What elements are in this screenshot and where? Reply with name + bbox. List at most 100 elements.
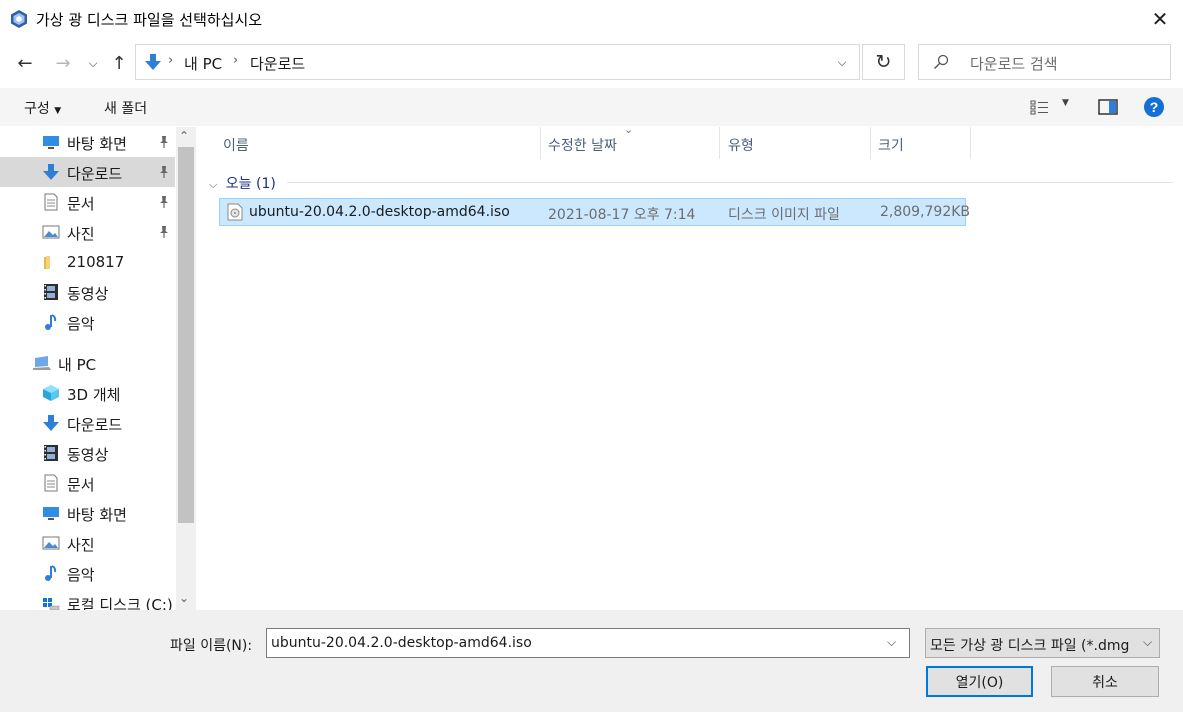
help-icon[interactable]: ?: [1143, 96, 1165, 118]
desktop-icon: [43, 507, 59, 520]
group-label: 오늘 (1): [225, 176, 276, 192]
music-icon: [45, 565, 57, 581]
file-row[interactable]: ubuntu-20.04.2.0-desktop-amd64.iso 2021-…: [219, 198, 970, 226]
close-button[interactable]: ✕: [1137, 0, 1183, 38]
breadcrumb-downloads[interactable]: 다운로드: [250, 53, 305, 74]
organize-button[interactable]: 구성 ▼: [24, 98, 61, 118]
window-title: 가상 광 디스크 파일을 선택하십시오: [36, 11, 263, 29]
download-icon: [43, 415, 59, 431]
pin-icon: [157, 225, 171, 239]
column-header-type[interactable]: 유형: [728, 135, 754, 155]
arrow-up-icon: ↑: [111, 52, 127, 74]
sidebar-item-문서[interactable]: 문서: [0, 468, 175, 498]
sidebar-item-210817[interactable]: 210817: [0, 247, 175, 277]
new-folder-button[interactable]: 새 폴더: [104, 98, 147, 118]
sidebar-item-문서[interactable]: 문서: [0, 187, 175, 217]
folder-icon: [44, 256, 50, 269]
group-header-today[interactable]: ⌵ 오늘 (1): [209, 173, 276, 193]
sidebar-item-label: 바탕 화면: [67, 135, 127, 153]
file-type-filter-value: 모든 가상 광 디스크 파일 (*.dmg: [930, 638, 1130, 654]
scrollbar-thumb[interactable]: [178, 147, 194, 523]
breadcrumb-this-pc[interactable]: 내 PC: [184, 53, 222, 74]
filename-combobox[interactable]: ubuntu-20.04.2.0-desktop-amd64.iso ⌵: [266, 628, 910, 658]
sidebar-item-label: 로컬 디스크 (C:): [67, 596, 173, 610]
refresh-icon: ↻: [875, 51, 892, 73]
sidebar-item-동영상[interactable]: 동영상: [0, 277, 175, 307]
refresh-button[interactable]: ↻: [862, 44, 905, 80]
forward-button[interactable]: →: [50, 48, 76, 78]
sidebar-item-동영상[interactable]: 동영상: [0, 438, 175, 468]
file-type-filter-select[interactable]: 모든 가상 광 디스크 파일 (*.dmg ⌵: [925, 628, 1160, 658]
download-icon: [145, 54, 161, 70]
sidebar-item-음악[interactable]: 음악: [0, 307, 175, 337]
sidebar-item-음악[interactable]: 음악: [0, 558, 175, 588]
chevron-down-icon: ⌵: [88, 55, 98, 70]
filename-input[interactable]: ubuntu-20.04.2.0-desktop-amd64.iso: [271, 635, 532, 651]
file-size: 2,809,792KB: [880, 204, 971, 220]
back-button[interactable]: ←: [12, 48, 38, 78]
column-header-date[interactable]: 수정한 날짜: [548, 135, 617, 155]
search-box[interactable]: 다운로드 검색: [918, 44, 1171, 80]
sidebar-item-label: 다운로드: [67, 165, 123, 183]
scroll-up-icon[interactable]: ⌃: [179, 129, 189, 143]
search-input[interactable]: 다운로드 검색: [970, 53, 1058, 74]
recent-locations-button[interactable]: ⌵: [84, 48, 102, 78]
up-button[interactable]: ↑: [106, 48, 132, 78]
picture-icon: [42, 536, 60, 550]
file-list: 이름 수정한 날짜 ⌄ 유형 크기 ⌵ 오늘 (1) ubuntu-20.04.…: [197, 123, 1183, 610]
preview-pane-icon[interactable]: [1096, 96, 1120, 118]
sidebar-item-label: 3D 개체: [67, 386, 121, 404]
virtualbox-icon: [11, 10, 27, 28]
scroll-down-icon[interactable]: ⌄: [179, 591, 189, 605]
download-icon: [43, 164, 59, 180]
sidebar-item-바탕-화면[interactable]: 바탕 화면: [0, 498, 175, 528]
picture-icon: [42, 225, 60, 239]
pin-icon: [157, 165, 171, 179]
column-divider[interactable]: [970, 127, 971, 159]
music-icon: [45, 314, 57, 330]
file-date: 2021-08-17 오후 7:14: [548, 207, 696, 223]
column-divider[interactable]: [870, 127, 871, 159]
column-header-size[interactable]: 크기: [878, 135, 904, 155]
sidebar-item-label: 내 PC: [58, 356, 97, 374]
sidebar-item-label: 음악: [67, 566, 95, 584]
3d-objects-icon: [43, 385, 59, 401]
file-type: 디스크 이미지 파일: [728, 207, 840, 223]
disc-image-file-icon: [227, 203, 243, 221]
breadcrumb-separator-icon: ›: [168, 53, 174, 68]
filename-label: 파일 이름(N):: [170, 638, 253, 654]
sidebar-item-label: 사진: [67, 536, 95, 554]
open-button[interactable]: 열기(O): [926, 666, 1033, 697]
view-options-button[interactable]: ▼: [1030, 96, 1074, 118]
sidebar-item-다운로드[interactable]: 다운로드: [0, 408, 175, 438]
dialog-footer: 파일 이름(N): ubuntu-20.04.2.0-desktop-amd64…: [0, 610, 1183, 712]
address-history-dropdown[interactable]: ⌵: [831, 52, 853, 72]
caret-down-icon: ▼: [1062, 98, 1069, 108]
cancel-button[interactable]: 취소: [1051, 666, 1159, 697]
column-divider[interactable]: [719, 127, 720, 159]
pin-icon: [157, 195, 171, 209]
navigation-scrollbar[interactable]: ⌃ ⌄: [176, 127, 196, 610]
search-icon: [934, 54, 949, 69]
title-bar: 가상 광 디스크 파일을 선택하십시오 ✕: [0, 0, 1183, 38]
sidebar-item-사진[interactable]: 사진: [0, 217, 175, 247]
chevron-down-icon: ⌵: [209, 178, 218, 191]
column-divider[interactable]: [540, 127, 541, 159]
address-bar[interactable]: › 내 PC › 다운로드 ⌵: [135, 44, 860, 80]
sidebar-item-사진[interactable]: 사진: [0, 528, 175, 558]
sidebar-item-3d-개체[interactable]: 3D 개체: [0, 378, 175, 408]
document-icon: [44, 474, 58, 492]
chevron-down-icon[interactable]: ⌵: [887, 635, 896, 650]
pin-icon: [157, 135, 171, 149]
local-disk-icon: [43, 598, 60, 610]
arrow-left-icon: ←: [17, 52, 33, 74]
sidebar-item-로컬-디스크-c[interactable]: 로컬 디스크 (C:): [0, 588, 175, 610]
arrow-right-icon: →: [55, 52, 71, 74]
sidebar-item-label: 동영상: [67, 285, 109, 303]
organize-label: 구성: [24, 101, 50, 117]
sidebar-item-다운로드[interactable]: 다운로드: [0, 157, 175, 187]
close-icon: ✕: [1151, 7, 1169, 31]
column-header-name[interactable]: 이름: [223, 135, 249, 155]
sidebar-item-내-pc[interactable]: 내 PC: [0, 348, 175, 378]
sidebar-item-바탕-화면[interactable]: 바탕 화면: [0, 127, 175, 157]
